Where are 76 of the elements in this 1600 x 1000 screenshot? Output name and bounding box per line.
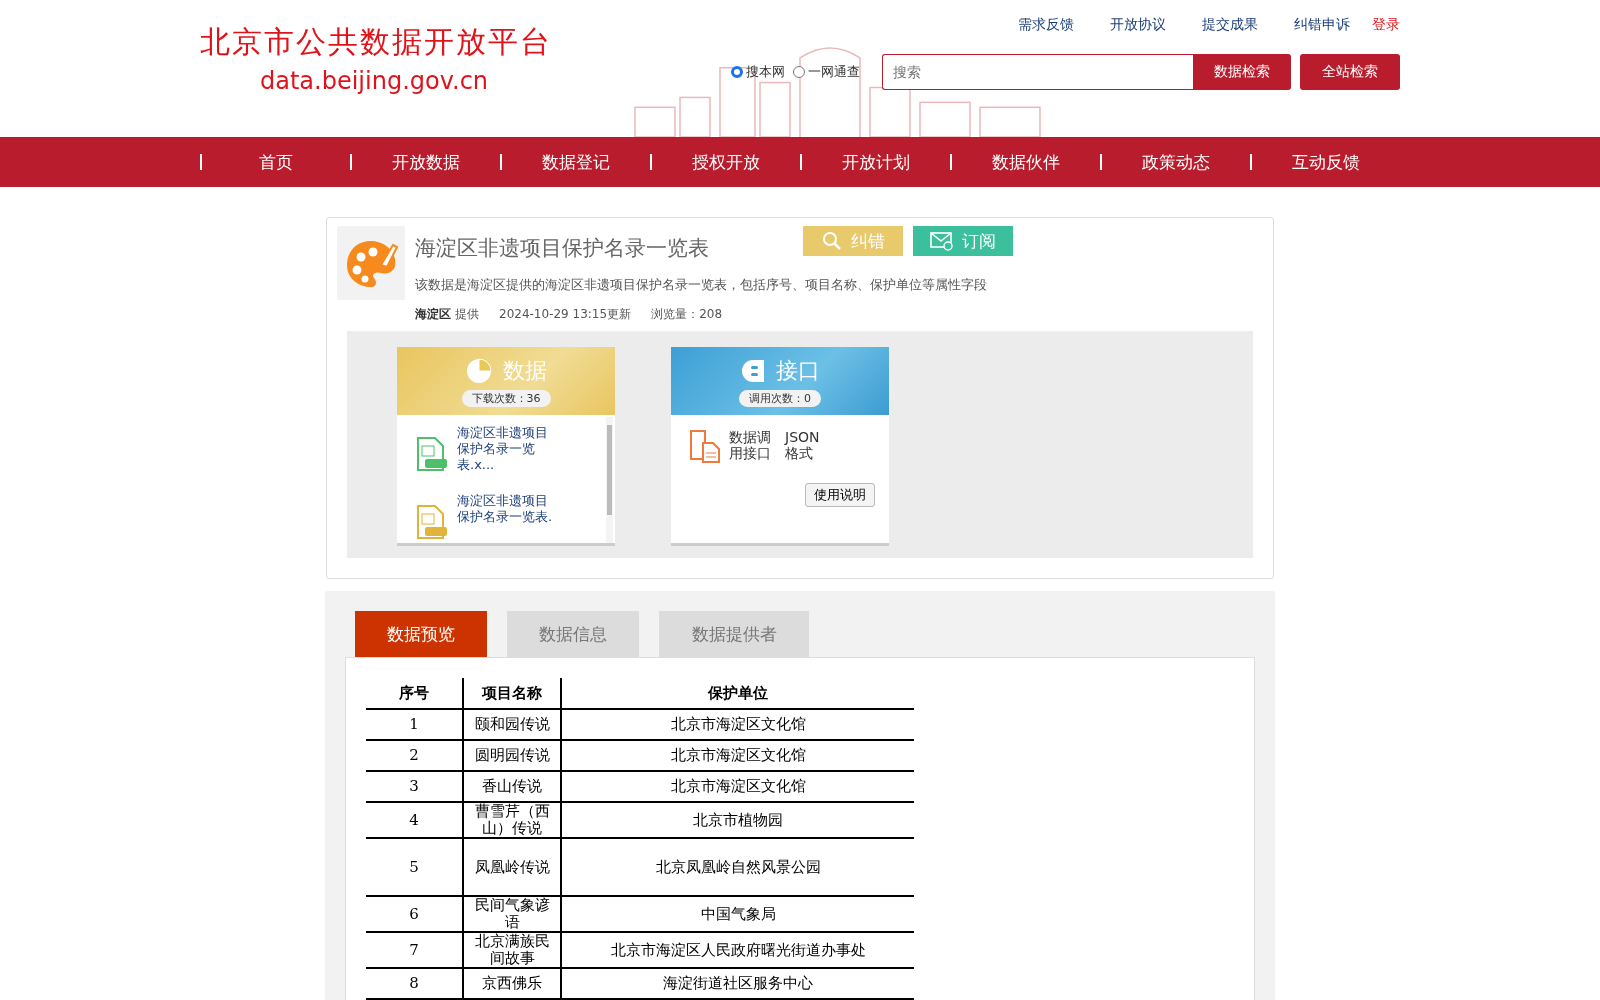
- table-cell: 颐和园传说: [463, 709, 561, 740]
- site-search-button[interactable]: 全站检索: [1300, 54, 1400, 90]
- radio-label: 一网通查: [808, 63, 860, 81]
- table-cell: 北京凤凰岭自然风景公园: [561, 838, 914, 896]
- nav-item[interactable]: 互动反馈: [1252, 150, 1400, 174]
- api-format: JSON格式: [785, 429, 821, 461]
- dataset-description: 该数据是海淀区提供的海淀区非遗项目保护名录一览表，包括序号、项目名称、保护单位等属性字段: [415, 276, 988, 294]
- api-label: 数据调用接口: [729, 429, 772, 461]
- table-cell: 2: [366, 740, 463, 771]
- update-time: 2024-10-29 13:15更新: [499, 306, 632, 323]
- nav-item[interactable]: 政策动态: [1102, 150, 1250, 174]
- palette-icon: [337, 226, 405, 300]
- table-cell: 1: [366, 709, 463, 740]
- csv-file-icon: [415, 505, 447, 539]
- provider-name: 海淀区: [415, 306, 451, 323]
- table-cell: 北京市海淀区文化馆: [561, 771, 914, 802]
- table-cell: 圆明园传说: [463, 740, 561, 771]
- call-count: 调用次数：0: [739, 389, 821, 407]
- dataset-title: 海淀区非遗项目保护名录一览表: [415, 235, 709, 262]
- table-cell: 京西佛乐: [463, 968, 561, 999]
- table-cell: 北京满族民间故事: [463, 932, 561, 968]
- radio-button[interactable]: [793, 66, 805, 78]
- top-link[interactable]: 登录: [1372, 16, 1400, 34]
- table-cell: 7: [366, 932, 463, 968]
- table-cell: 北京市海淀区文化馆: [561, 709, 914, 740]
- mail-icon: [930, 231, 954, 251]
- table-cell: 3: [366, 771, 463, 802]
- top-link[interactable]: 开放协议: [1110, 16, 1166, 34]
- tab[interactable]: 数据提供者: [659, 611, 809, 657]
- file-link[interactable]: 海淀区非遗项目保护名录一览表.: [457, 493, 555, 525]
- panel-title: 接口: [776, 356, 820, 385]
- nav-item[interactable]: 数据登记: [502, 150, 650, 174]
- radio-button[interactable]: [731, 66, 743, 78]
- table-cell: 北京市植物园: [561, 802, 914, 838]
- download-count: 下载次数：36: [461, 389, 551, 407]
- search-field[interactable]: 搜索: [882, 54, 1193, 90]
- top-link[interactable]: 提交成果: [1202, 16, 1258, 34]
- search-icon: [821, 230, 843, 252]
- file-link[interactable]: 海淀区非遗项目保护名录一览表.x...: [457, 425, 555, 473]
- table-cell: 中国气象局: [561, 896, 914, 932]
- panel-title: 数据: [503, 356, 547, 385]
- site-url: data.beijing.gov.cn: [259, 67, 490, 95]
- tab[interactable]: 数据信息: [507, 611, 639, 657]
- nav-item[interactable]: 数据伙伴: [952, 150, 1100, 174]
- scrollbar[interactable]: [606, 417, 613, 543]
- table-cell: 凤凰岭传说: [463, 838, 561, 896]
- table-cell: 5: [366, 838, 463, 896]
- nav-item[interactable]: 开放数据: [352, 150, 500, 174]
- site-title: 北京市公共数据开放平台: [200, 23, 552, 61]
- document-icon: [689, 429, 721, 463]
- top-link[interactable]: 纠错申诉: [1294, 16, 1350, 34]
- table-cell: 8: [366, 968, 463, 999]
- table-cell: 曹雪芹（西山）传说: [463, 802, 561, 838]
- nav-item[interactable]: 授权开放: [652, 150, 800, 174]
- column-header: 项目名称: [463, 678, 561, 709]
- spreadsheet-file-icon: [415, 437, 447, 471]
- table-cell: 香山传说: [463, 771, 561, 802]
- tab[interactable]: 数据预览: [355, 611, 487, 657]
- table-cell: 4: [366, 802, 463, 838]
- plug-icon: [740, 357, 766, 384]
- table-cell: 北京市海淀区人民政府曙光街道办事处: [561, 932, 914, 968]
- table-cell: 海淀街道社区服务中心: [561, 968, 914, 999]
- table-cell: 6: [366, 896, 463, 932]
- data-search-button[interactable]: 数据检索: [1193, 54, 1291, 90]
- radio-label: 搜本网: [746, 63, 785, 81]
- nav-item[interactable]: 开放计划: [802, 150, 950, 174]
- table-cell: 北京市海淀区文化馆: [561, 740, 914, 771]
- pie-chart-icon: [465, 356, 493, 385]
- provider-label: 提供: [455, 306, 479, 323]
- column-header: 序号: [366, 678, 463, 709]
- table-cell: 民间气象谚语: [463, 896, 561, 932]
- view-count: 浏览量：208: [651, 306, 723, 323]
- column-header: 保护单位: [561, 678, 914, 709]
- nav-item[interactable]: 首页: [202, 150, 350, 174]
- usage-button[interactable]: 使用说明: [805, 483, 875, 507]
- top-link[interactable]: 需求反馈: [1018, 16, 1074, 34]
